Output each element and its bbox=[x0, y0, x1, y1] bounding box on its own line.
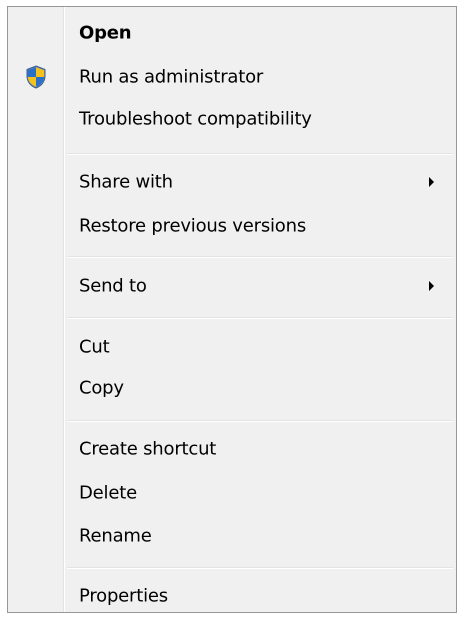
menu-item-cut[interactable]: Cut bbox=[10, 326, 454, 368]
menu-item-share-with-label: Share with bbox=[79, 171, 173, 193]
menu-item-share-with[interactable]: Share with bbox=[10, 161, 454, 203]
menu-item-run-as-administrator-label: Run as administrator bbox=[79, 66, 264, 88]
menu-item-create-shortcut-label: Create shortcut bbox=[79, 438, 217, 460]
menu-separator bbox=[67, 420, 453, 422]
menu-item-properties[interactable]: Properties bbox=[10, 575, 454, 617]
menu-item-open-label: Open bbox=[79, 22, 132, 44]
menu-item-copy-label: Copy bbox=[79, 377, 124, 399]
menu-item-delete-label: Delete bbox=[79, 482, 137, 504]
menu-item-rename-label: Rename bbox=[79, 525, 152, 547]
menu-separator bbox=[67, 256, 453, 258]
menu-item-delete[interactable]: Delete bbox=[10, 472, 454, 514]
menu-separator bbox=[67, 153, 453, 155]
menu-separator bbox=[67, 317, 453, 319]
menu-item-troubleshoot-compatibility-label: Troubleshoot compatibility bbox=[79, 108, 312, 130]
context-menu: Open Run as administrator Troubleshoot c… bbox=[7, 6, 457, 613]
uac-shield-icon bbox=[26, 65, 46, 89]
menu-item-create-shortcut[interactable]: Create shortcut bbox=[10, 428, 454, 470]
menu-item-cut-label: Cut bbox=[79, 336, 110, 358]
menu-item-rename[interactable]: Rename bbox=[10, 515, 454, 557]
menu-item-open[interactable]: Open bbox=[10, 12, 454, 54]
menu-item-restore-previous-versions-label: Restore previous versions bbox=[79, 215, 307, 237]
menu-item-troubleshoot-compatibility[interactable]: Troubleshoot compatibility bbox=[10, 98, 454, 140]
menu-item-send-to-label: Send to bbox=[79, 275, 147, 297]
menu-separator bbox=[67, 567, 453, 569]
submenu-arrow-icon bbox=[429, 177, 434, 187]
menu-item-properties-label: Properties bbox=[79, 585, 168, 607]
menu-item-copy[interactable]: Copy bbox=[10, 367, 454, 409]
menu-item-restore-previous-versions[interactable]: Restore previous versions bbox=[10, 205, 454, 247]
menu-item-run-as-administrator[interactable]: Run as administrator bbox=[10, 56, 454, 98]
menu-item-send-to[interactable]: Send to bbox=[10, 265, 454, 307]
submenu-arrow-icon bbox=[429, 281, 434, 291]
